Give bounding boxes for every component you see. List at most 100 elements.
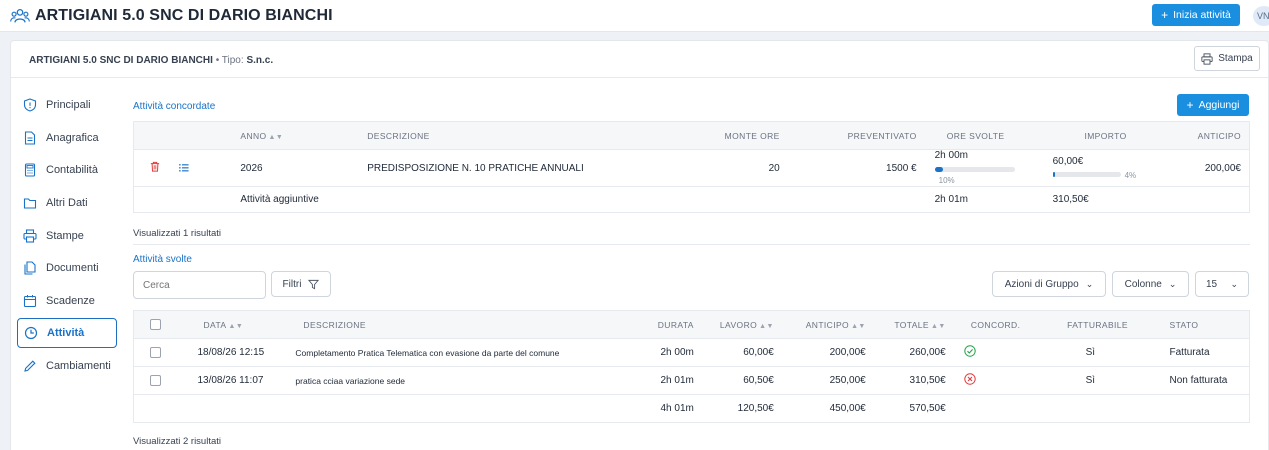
shield-icon bbox=[23, 98, 37, 112]
print-button[interactable]: Stampa bbox=[1194, 46, 1260, 71]
concordate-results-count: Visualizzati 1 risultati bbox=[133, 228, 222, 239]
sidebar-item-documenti[interactable]: Documenti bbox=[17, 252, 117, 285]
cell-aggiuntive-importo: 310,50€ bbox=[1034, 186, 1177, 213]
sidebar-item-scadenze[interactable]: Scadenze bbox=[17, 285, 117, 318]
ore-progress-pct: 10% bbox=[938, 176, 955, 185]
cell-anno: 2026 bbox=[240, 149, 368, 187]
col-header-totale[interactable]: TOTALE ▲▼ bbox=[865, 310, 946, 339]
check-circle-icon bbox=[963, 345, 976, 357]
col-header-data[interactable]: DATA ▲▼ bbox=[175, 310, 274, 339]
sidebar-item-label: Stampe bbox=[46, 229, 84, 242]
sidebar-item-attivita[interactable]: Attività bbox=[17, 318, 117, 349]
svolte-table: DATA ▲▼ DESCRIZIONE DURATA LAVORO ▲▼ ANTIC… bbox=[133, 310, 1250, 423]
card-header: ARTIGIANI 5.0 SNC DI DARIO BIANCHI • Tip… bbox=[11, 41, 1269, 78]
cell-lavoro: 60,00€ bbox=[693, 338, 774, 367]
total-anticipo: 450,00€ bbox=[773, 394, 866, 423]
users-group-icon bbox=[10, 9, 30, 23]
table-row[interactable]: 13/08/26 11:07 pratica cciaa variazione … bbox=[133, 366, 1250, 395]
documents-icon bbox=[24, 261, 36, 275]
cell-importo: 60,00€ 4% bbox=[1034, 149, 1177, 187]
cell-lavoro: 60,50€ bbox=[693, 366, 774, 395]
importo-progress-pct: 4% bbox=[1124, 170, 1137, 180]
start-activity-label: Inizia attività bbox=[1173, 9, 1231, 21]
cell-totale: 310,50€ bbox=[865, 366, 946, 395]
col-header-anno[interactable]: ANNO ▲▼ bbox=[240, 121, 368, 150]
total-durata: 4h 01m bbox=[592, 394, 694, 423]
cell-aggiuntive-ore: 2h 01m bbox=[916, 186, 1035, 213]
cell-ore-svolte: 2h 00m 10% bbox=[916, 149, 1035, 187]
sidebar-item-cambiamenti[interactable]: Cambiamenti bbox=[17, 350, 117, 383]
chevron-down-icon: ⌄ bbox=[1168, 278, 1177, 289]
add-label: Aggiungi bbox=[1198, 99, 1240, 111]
cell-anticipo: 200,00€ bbox=[773, 338, 866, 367]
section-divider bbox=[133, 244, 1250, 245]
svolte-section-title: Attività svolte bbox=[133, 254, 192, 265]
col-header-monte-ore: MONTE ORE bbox=[709, 121, 780, 150]
totals-row: 4h 01m 120,50€ 450,00€ 570,50€ bbox=[133, 394, 1250, 423]
sidebar-item-label: Altri Dati bbox=[46, 197, 88, 210]
row-checkbox[interactable] bbox=[150, 346, 161, 358]
add-button[interactable]: + Aggiungi bbox=[1177, 94, 1249, 116]
cell-descrizione: pratica cciaa variazione sede bbox=[273, 366, 593, 395]
group-actions-label: Azioni di Gruppo bbox=[1004, 278, 1079, 290]
ore-progress-bar bbox=[934, 166, 1015, 172]
cell-descrizione: Completamento Pratica Telematica con eva… bbox=[273, 338, 593, 367]
cell-aggiuntive-label: Attività aggiuntive bbox=[240, 186, 710, 213]
cell-anticipo: 250,00€ bbox=[773, 366, 866, 395]
cell-durata: 2h 00m bbox=[592, 338, 694, 367]
plus-icon: + bbox=[1161, 8, 1169, 22]
col-header-fatturabile: FATTURABILE bbox=[1045, 310, 1150, 339]
printer-icon bbox=[1201, 52, 1213, 65]
col-header-durata: DURATA bbox=[592, 310, 694, 339]
cell-concord bbox=[945, 338, 1046, 367]
filters-label: Filtri bbox=[282, 278, 302, 290]
list-icon[interactable] bbox=[178, 164, 189, 172]
page-size-value: 15 bbox=[1206, 278, 1218, 290]
filters-button[interactable]: Filtri bbox=[271, 271, 331, 297]
group-actions-dropdown[interactable]: Azioni di Gruppo ⌄ bbox=[992, 271, 1106, 297]
importo-value: 60,00€ bbox=[1052, 155, 1084, 167]
ore-progress-fill bbox=[934, 166, 943, 172]
cell-data: 13/08/26 11:07 bbox=[175, 366, 274, 395]
x-circle-icon bbox=[963, 373, 976, 385]
table-row-aggiuntive: Attività aggiuntive 2h 01m 310,50€ bbox=[133, 186, 1250, 213]
sidebar-item-principali[interactable]: Principali bbox=[17, 89, 117, 122]
cell-stato: Non fatturata bbox=[1149, 366, 1250, 395]
page-size-select[interactable]: 15 ⌄ bbox=[1195, 271, 1249, 297]
row-checkbox[interactable] bbox=[150, 374, 161, 386]
sidebar-item-label: Documenti bbox=[46, 262, 99, 275]
cell-descrizione: PREDISPOSIZIONE N. 10 PRATICHE ANNUALI bbox=[367, 149, 710, 187]
col-header-anticipo[interactable]: ANTICIPO ▲▼ bbox=[773, 310, 866, 339]
company-name: ARTIGIANI 5.0 SNC DI DARIO BIANCHI bbox=[29, 55, 213, 66]
col-header-descrizione: DESCRIZIONE bbox=[273, 310, 593, 339]
filter-icon bbox=[308, 279, 320, 289]
trash-icon[interactable] bbox=[150, 161, 160, 172]
chevron-down-icon: ⌄ bbox=[1085, 278, 1094, 289]
table-row[interactable]: 18/08/26 12:15 Completamento Pratica Tel… bbox=[133, 338, 1250, 367]
select-all-checkbox[interactable] bbox=[150, 319, 161, 331]
start-activity-button[interactable]: + Inizia attività bbox=[1152, 4, 1240, 26]
sidebar-item-altri-dati[interactable]: Altri Dati bbox=[17, 187, 117, 220]
user-avatar[interactable]: VN bbox=[1253, 6, 1269, 26]
cell-data: 18/08/26 12:15 bbox=[175, 338, 274, 367]
col-header-preventivato: PREVENTIVATO bbox=[779, 121, 917, 150]
col-header-concord: CONCORD. bbox=[945, 310, 1046, 339]
cell-fatturabile: Sì bbox=[1045, 338, 1150, 367]
type-value: S.n.c. bbox=[246, 55, 274, 66]
sidebar-item-label: Contabilità bbox=[46, 164, 98, 177]
plus-icon: + bbox=[1186, 98, 1194, 112]
cell-totale: 260,00€ bbox=[865, 338, 946, 367]
sidebar-item-anagrafica[interactable]: Anagrafica bbox=[17, 122, 117, 155]
search-input[interactable] bbox=[133, 271, 266, 299]
sidebar-item-contabilita[interactable]: Contabilità bbox=[17, 154, 117, 187]
sidebar-item-stampe[interactable]: Stampe bbox=[17, 219, 117, 252]
type-label: • Tipo: bbox=[215, 55, 244, 66]
sidebar-item-label: Scadenze bbox=[46, 294, 95, 307]
columns-dropdown[interactable]: Colonne ⌄ bbox=[1112, 271, 1189, 297]
concordate-section-title: Attività concordate bbox=[133, 101, 216, 112]
sidebar-item-label: Anagrafica bbox=[46, 131, 99, 144]
col-header-lavoro[interactable]: LAVORO ▲▼ bbox=[693, 310, 774, 339]
folder-icon bbox=[23, 198, 37, 209]
svolte-header-row: DATA ▲▼ DESCRIZIONE DURATA LAVORO ▲▼ ANTIC… bbox=[133, 310, 1250, 339]
cell-anticipo: 200,00€ bbox=[1176, 149, 1250, 187]
